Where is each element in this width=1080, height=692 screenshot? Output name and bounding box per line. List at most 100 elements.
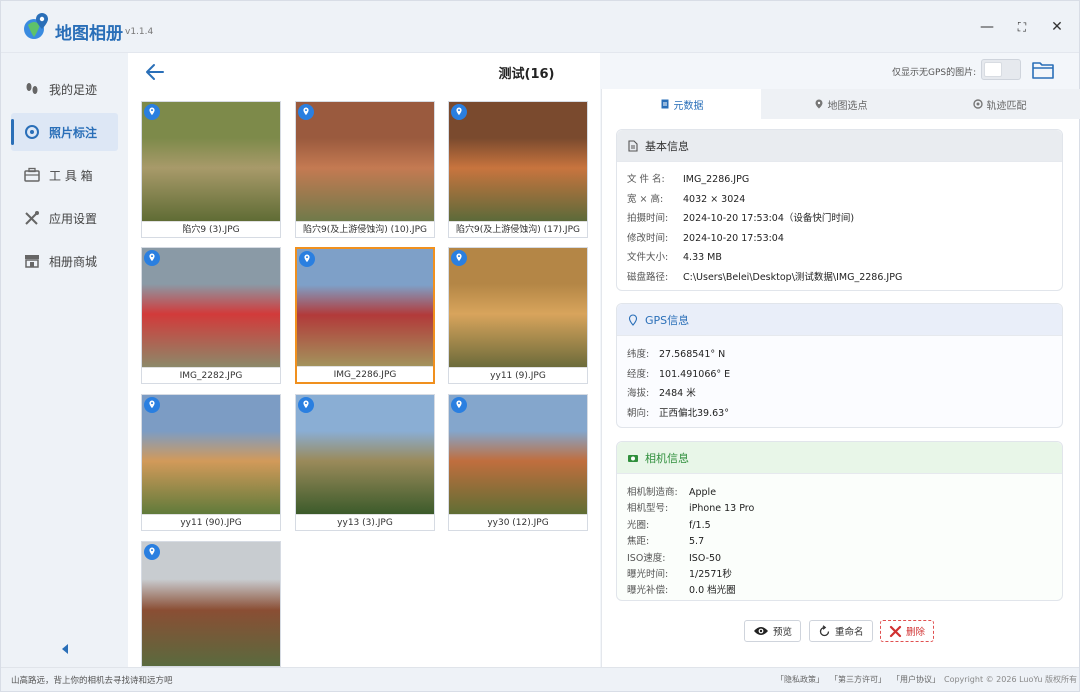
gps-info-header: GPS信息 — [617, 304, 1062, 336]
user-agreement-link[interactable]: 「用户协议」 — [892, 674, 940, 685]
gps-pin-icon — [144, 250, 160, 266]
metadata-row: 文件大小: 4.33 MB — [627, 249, 722, 263]
gps-pin-icon — [144, 397, 160, 413]
toolbox-icon — [24, 167, 40, 182]
gps-filter-toggle[interactable] — [981, 59, 1021, 80]
metadata-panel: 元数据 地图选点 轨迹匹配 基本信息 文 件 名: IMG_2286.JPG 宽 ×… — [601, 89, 1080, 667]
photo-thumbnail[interactable]: 陷穴9(及上游侵蚀沟) (10).JPG — [295, 101, 435, 238]
delete-label: 删除 — [906, 627, 926, 638]
metadata-row: 文 件 名: IMG_2286.JPG — [627, 171, 749, 185]
app-version: v1.1.4 — [125, 27, 154, 37]
delete-x-icon — [889, 625, 902, 637]
metadata-row: ISO速度: ISO-50 — [627, 550, 721, 564]
photo-thumbnail[interactable]: yy13 (3).JPG — [295, 394, 435, 531]
photo-thumbnail[interactable]: IMG_2282.JPG — [141, 247, 281, 384]
metadata-key: ISO速度: — [627, 552, 666, 564]
metadata-row: 经度: 101.491066° E — [627, 366, 730, 380]
metadata-key: 光圈: — [627, 519, 650, 531]
photo-filename: 陷穴9(及上游侵蚀沟) (17).JPG — [449, 221, 587, 237]
store-icon — [25, 255, 39, 268]
privacy-policy-link[interactable]: 「隐私政策」 — [776, 674, 824, 685]
tab-metadata[interactable]: 元数据 — [602, 89, 761, 119]
maximize-button[interactable]: ⛶ — [1012, 17, 1032, 37]
minimize-button[interactable]: — — [977, 17, 997, 37]
tools-icon — [25, 211, 39, 225]
metadata-value: 1/2571秒 — [689, 569, 732, 580]
metadata-value: 4032 × 3024 — [683, 193, 746, 205]
map-pin-icon — [815, 99, 822, 109]
sidebar-item-settings[interactable]: 应用设置 — [11, 199, 118, 237]
metadata-value: 2024-10-20 17:53:04（设备快门时间) — [683, 213, 855, 225]
delete-button[interactable]: 删除 — [880, 620, 935, 642]
photo-image — [296, 395, 434, 515]
metadata-row: 焦距: 5.7 — [627, 533, 704, 547]
app-window: 地图相册 v1.1.4 — ⛶ ✕ 我的足迹 照片标注 工 具 箱 应用设置 相… — [0, 0, 1080, 692]
photo-image — [142, 102, 280, 222]
tab-track-match[interactable]: 轨迹匹配 — [920, 89, 1079, 119]
metadata-key: 修改时间: — [627, 232, 669, 244]
camera-info-title: 相机信息 — [645, 451, 689, 465]
metadata-row: 拍摄时间: 2024-10-20 17:53:04（设备快门时间) — [627, 210, 854, 224]
photo-thumbnail[interactable] — [141, 541, 281, 667]
sidebar-item-label: 相册商城 — [49, 254, 98, 269]
third-party-license-link[interactable]: 「第三方许可」 — [830, 674, 886, 685]
sidebar-item-label: 应用设置 — [49, 211, 98, 226]
track-icon — [972, 99, 983, 109]
preview-button[interactable]: 预览 — [744, 620, 802, 642]
sidebar: 我的足迹 照片标注 工 具 箱 应用设置 相册商城 — [1, 53, 128, 667]
metadata-key: 曝光补偿: — [627, 585, 669, 597]
photo-thumbnail[interactable]: yy11 (9).JPG — [448, 247, 588, 384]
sidebar-item-footprints[interactable]: 我的足迹 — [11, 70, 118, 108]
sidebar-item-label: 我的足迹 — [49, 82, 98, 97]
tab-map-pick[interactable]: 地图选点 — [761, 89, 920, 119]
rename-button[interactable]: 重命名 — [809, 620, 873, 642]
sidebar-item-store[interactable]: 相册商城 — [11, 242, 118, 280]
folder-icon[interactable] — [1031, 59, 1055, 81]
footprints-icon — [26, 83, 38, 94]
photo-thumbnail[interactable]: yy11 (90).JPG — [141, 394, 281, 531]
metadata-key: 拍摄时间: — [627, 213, 669, 225]
metadata-key: 海拔: — [627, 388, 650, 399]
status-tip: 山高路远，背上你的相机去寻找诗和远方吧 — [11, 676, 173, 686]
metadata-key: 纬度: — [627, 349, 650, 360]
photo-image — [449, 395, 587, 515]
copyright-text: Copyright © 2026 LuoYu 版权所有 — [944, 675, 1077, 684]
photo-thumbnail[interactable]: IMG_2286.JPG — [295, 247, 435, 384]
metadata-key: 曝光时间: — [627, 569, 669, 580]
camera-info-card: 相机信息 相机制造商: Apple 相机型号: iPhone 13 Pro 光圈: f/1… — [616, 441, 1063, 601]
metadata-value: 5.7 — [689, 536, 705, 548]
gallery-title: 测试(16) — [498, 67, 555, 82]
metadata-value: Apple — [689, 487, 717, 498]
app-title: 地图相册 — [55, 24, 123, 44]
metadata-row: 宽 × 高: 4032 × 3024 — [627, 191, 745, 205]
basic-info-header: 基本信息 — [617, 130, 1062, 162]
photo-image — [297, 249, 433, 369]
photo-filename: yy30 (12).JPG — [449, 514, 587, 530]
photo-thumbnail[interactable]: 陷穴9(及上游侵蚀沟) (17).JPG — [448, 101, 588, 238]
metadata-value: f/1.5 — [689, 519, 711, 531]
rename-label: 重命名 — [835, 627, 864, 638]
photo-image — [142, 248, 280, 368]
gps-filter-label: 仅显示无GPS的图片: — [892, 68, 977, 78]
metadata-row: 磁盘路径: C:\Users\Belei\Desktop\测试数据\IMG_228… — [627, 269, 902, 283]
sidebar-item-toolbox[interactable]: 工 具 箱 — [11, 156, 118, 194]
status-bar: 山高路远，背上你的相机去寻找诗和远方吧 「隐私政策」 「第三方许可」 「用户协议… — [1, 667, 1079, 691]
photo-thumbnail[interactable]: 陷穴9 (3).JPG — [141, 101, 281, 238]
title-bar: 地图相册 v1.1.4 — ⛶ ✕ — [1, 1, 1079, 53]
document-icon — [661, 99, 668, 109]
collapse-sidebar-icon[interactable] — [59, 643, 71, 655]
metadata-key: 焦距: — [627, 536, 650, 548]
gps-pin-icon — [144, 104, 160, 120]
gps-pin-icon — [451, 397, 467, 413]
photo-image — [142, 395, 280, 515]
basic-info-title: 基本信息 — [645, 139, 689, 153]
photo-thumbnail[interactable]: yy30 (12).JPG — [448, 394, 588, 531]
metadata-value: 4.33 MB — [683, 252, 722, 264]
close-button[interactable]: ✕ — [1047, 17, 1067, 37]
metadata-key: 文件大小: — [627, 252, 669, 264]
metadata-key: 经度: — [627, 368, 650, 380]
photo-filename: 陷穴9 (3).JPG — [142, 221, 280, 237]
photo-image — [296, 102, 434, 222]
sidebar-item-photo-tagging[interactable]: 照片标注 — [11, 113, 118, 151]
metadata-value: 0.0 档光圈 — [689, 585, 736, 597]
